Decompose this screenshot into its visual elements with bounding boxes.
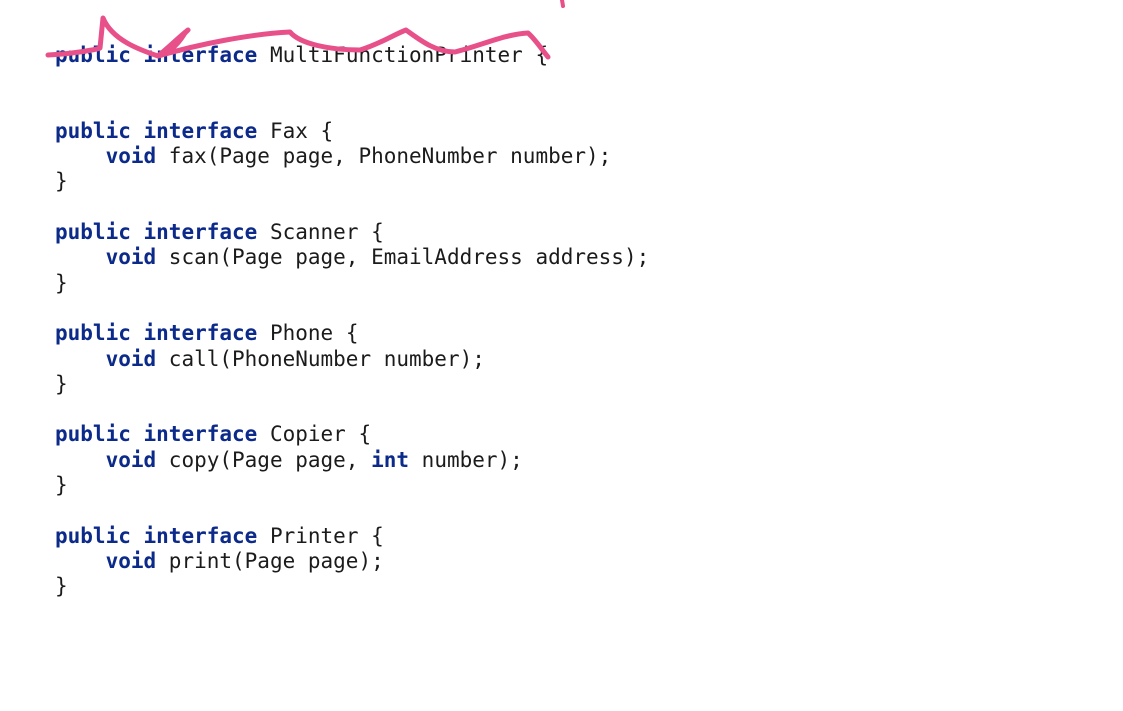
code-text: scan(Page page, EmailAddress address); xyxy=(156,245,650,270)
code-line: } xyxy=(55,372,649,397)
code-text: } xyxy=(55,270,68,295)
code-text: number); xyxy=(409,447,523,472)
code-keyword: interface xyxy=(143,523,258,548)
code-line: void fax(Page page, PhoneNumber number); xyxy=(55,144,649,169)
code-line: } xyxy=(55,169,649,194)
code-line: public interface MultiFunctionPrinter { xyxy=(55,43,649,68)
code-line: void print(Page page); xyxy=(55,549,649,574)
code-text: fax(Page page, PhoneNumber number); xyxy=(156,144,612,169)
code-keyword: void xyxy=(105,346,157,371)
code-keyword: int xyxy=(371,447,410,472)
scribble-tail xyxy=(560,0,565,8)
code-keyword: void xyxy=(105,144,157,169)
code-keyword: interface xyxy=(143,422,258,447)
code-text: } xyxy=(55,169,68,194)
code-line: public interface Scanner { xyxy=(55,220,649,245)
code-text: Phone { xyxy=(257,321,359,346)
code-line: void scan(Page page, EmailAddress addres… xyxy=(55,245,650,270)
code-text: call(PhoneNumber number); xyxy=(156,346,485,371)
code-text: Scanner { xyxy=(257,220,384,245)
code-keyword: void xyxy=(105,447,157,472)
code-text: MultiFunctionPrinter { xyxy=(257,43,549,67)
code-line: public interface Fax { xyxy=(55,119,649,144)
code-line: void call(PhoneNumber number); xyxy=(55,347,649,372)
code-text: Printer { xyxy=(257,523,384,548)
code-line: public interface Printer { xyxy=(55,524,649,549)
code-text: Fax { xyxy=(257,118,334,143)
code-keyword: void xyxy=(105,245,157,270)
code-text: } xyxy=(55,371,68,396)
code-text: } xyxy=(55,574,68,599)
code-line: public interface Phone { xyxy=(55,321,649,346)
code-keyword: interface xyxy=(143,43,258,67)
code-listing: public interface MultiFunctionPrinter {p… xyxy=(55,43,649,600)
code-text: Copier { xyxy=(257,422,372,447)
code-keyword: public xyxy=(55,321,131,346)
code-line: } xyxy=(55,271,649,296)
code-keyword: void xyxy=(105,548,157,573)
code-keyword: interface xyxy=(143,118,258,143)
code-line: } xyxy=(55,473,649,498)
code-line: void copy(Page page, int number); xyxy=(55,448,649,473)
code-line: public interface Copier { xyxy=(55,422,649,447)
code-keyword: public xyxy=(55,118,131,143)
code-keyword: public xyxy=(55,220,131,245)
code-keyword: public xyxy=(55,43,131,67)
code-keyword: interface xyxy=(143,321,258,346)
code-text: copy(Page page, xyxy=(156,447,372,472)
code-keyword: public xyxy=(55,422,131,447)
code-line: } xyxy=(55,574,649,599)
code-keyword: public xyxy=(55,523,131,548)
code-text: print(Page page); xyxy=(156,548,384,573)
code-keyword: interface xyxy=(143,220,258,245)
code-text: } xyxy=(55,473,68,498)
